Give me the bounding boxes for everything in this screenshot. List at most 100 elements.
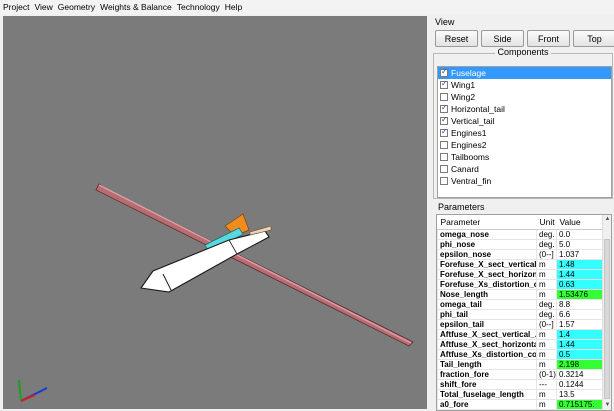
parameter-row[interactable]: Forefuse_X_sect_vertical... m 1.48 — [437, 258, 603, 270]
parameter-name: Tail_length — [437, 358, 537, 370]
parameter-name: Aftfuse_X_sect_horizonta... — [437, 338, 537, 350]
parameter-value[interactable]: 0.5 — [556, 348, 603, 360]
axis-y — [18, 379, 22, 402]
parameter-value[interactable]: 1.4 — [556, 328, 603, 340]
menu-item-project[interactable]: Project — [3, 2, 29, 12]
component-label: Engines1 — [451, 128, 487, 138]
parameter-name: Aftfuse_Xs_distortion_co... — [437, 348, 537, 360]
reset-view-button[interactable]: Reset — [435, 30, 478, 47]
parameter-row[interactable]: Forefuse_Xs_distortion_c... m 0.63 — [437, 278, 603, 290]
component-checkbox[interactable] — [440, 103, 448, 113]
components-list[interactable]: Fuselage Wing1 Wing2 Horizontal_tail Vertica… — [437, 66, 612, 198]
parameter-unit: m — [536, 288, 557, 300]
parameter-row[interactable]: omega_nose deg. 0.0 — [437, 228, 603, 240]
menu-item-technology[interactable]: Technology — [177, 2, 220, 12]
parameter-unit: (0--] — [536, 318, 557, 330]
parameter-name: Forefuse_Xs_distortion_c... — [437, 278, 537, 290]
parameter-name: epsilon_tail — [437, 318, 537, 330]
parameter-row[interactable]: shift_fore --- 0.1244 — [437, 378, 603, 390]
column-header-value[interactable]: Value — [556, 215, 603, 230]
component-checkbox[interactable] — [440, 153, 448, 161]
parameters-scrollbar[interactable]: ▲ ▼ — [602, 215, 611, 410]
component-item-vertical-tail[interactable]: Vertical_tail — [438, 115, 611, 127]
component-checkbox[interactable] — [440, 115, 448, 125]
menu-item-geometry[interactable]: Geometry — [58, 2, 95, 12]
menu-item-help[interactable]: Help — [225, 2, 242, 12]
parameter-value[interactable]: 0.3214 — [556, 368, 603, 380]
parameter-value[interactable]: 1.44 — [556, 338, 603, 350]
parameter-unit: m — [536, 258, 557, 270]
parameter-row[interactable]: Aftfuse_X_sect_vertical_... m 1.4 — [437, 328, 603, 340]
parameter-value[interactable]: 1.44 — [556, 268, 603, 280]
parameter-name: omega_tail — [437, 298, 537, 310]
parameter-row[interactable]: a0_fore m 0.715175. — [437, 398, 603, 410]
component-item-canard[interactable]: Canard — [438, 163, 611, 175]
parameter-unit: --- — [536, 378, 557, 390]
parameter-unit: m — [536, 348, 557, 360]
parameter-value[interactable]: 5.0 — [556, 238, 603, 250]
parameter-value[interactable]: 1.48 — [556, 258, 603, 270]
parameter-row[interactable]: phi_tail deg. 6.6 — [437, 308, 603, 320]
parameter-value[interactable]: 13.5 — [556, 388, 603, 400]
parameter-row[interactable]: Total_fuselage_length m 13.5 — [437, 388, 603, 400]
parameter-row[interactable]: Nose_length m 1.53476 — [437, 288, 603, 300]
parameter-name: shift_fore — [437, 378, 537, 390]
scroll-down-icon[interactable]: ▼ — [603, 401, 611, 410]
front-view-button[interactable]: Front — [527, 30, 570, 47]
parameter-row[interactable]: epsilon_tail (0--] 1.57 — [437, 318, 603, 330]
component-item-engines2[interactable]: Engines2 — [438, 139, 611, 151]
component-item-ventral-fin[interactable]: Ventral_fin — [438, 175, 611, 187]
parameter-row[interactable]: phi_nose deg. 5.0 — [437, 238, 603, 250]
component-item-wing1[interactable]: Wing1 — [438, 79, 611, 91]
3d-viewport[interactable] — [3, 16, 427, 409]
parameter-name: Forefuse_X_sect_vertical... — [437, 258, 537, 270]
parameter-value[interactable]: 6.6 — [556, 308, 603, 320]
side-view-button[interactable]: Side — [481, 30, 524, 47]
column-header-parameter[interactable]: Parameter — [437, 215, 537, 230]
parameter-row[interactable]: Aftfuse_X_sect_horizonta... m 1.44 — [437, 338, 603, 350]
parameter-value[interactable]: 2.198 — [556, 358, 603, 370]
parameter-row[interactable]: Forefuse_X_sect_horizon... m 1.44 — [437, 268, 603, 280]
parameter-unit: m — [536, 358, 557, 370]
parameter-value[interactable]: 0.1244 — [556, 378, 603, 390]
component-checkbox[interactable] — [440, 141, 448, 149]
parameter-value[interactable]: 8.8 — [556, 298, 603, 310]
component-label: Wing1 — [451, 80, 476, 90]
scroll-up-icon[interactable]: ▲ — [603, 215, 611, 224]
menu-item-weights-balance[interactable]: Weights & Balance — [100, 2, 172, 12]
parameter-name: fraction_fore — [437, 368, 537, 380]
top-view-button[interactable]: Top — [573, 30, 614, 47]
component-checkbox[interactable] — [440, 93, 448, 101]
component-item-wing2[interactable]: Wing2 — [438, 91, 611, 103]
parameter-value[interactable]: 1.037 — [556, 248, 603, 260]
menu-item-view[interactable]: View — [34, 2, 52, 12]
scroll-thumb[interactable] — [604, 239, 610, 399]
parameter-value[interactable]: 0.715175. — [556, 398, 603, 410]
component-checkbox[interactable] — [440, 67, 448, 77]
column-header-unit[interactable]: Unit — [536, 215, 557, 230]
component-label: Engines2 — [451, 140, 487, 150]
component-checkbox[interactable] — [440, 79, 448, 89]
parameter-name: phi_tail — [437, 308, 537, 320]
parameter-value[interactable]: 0.0 — [556, 228, 603, 240]
component-label: Canard — [451, 164, 479, 174]
parameter-row[interactable]: Tail_length m 2.198 — [437, 358, 603, 370]
component-item-engines1[interactable]: Engines1 — [438, 127, 611, 139]
component-checkbox[interactable] — [440, 165, 448, 173]
parameter-row[interactable]: omega_tail deg. 8.8 — [437, 298, 603, 310]
parameter-value[interactable]: 0.63 — [556, 278, 603, 290]
parameter-row[interactable]: Aftfuse_Xs_distortion_co... m 0.5 — [437, 348, 603, 360]
parameter-unit: m — [536, 338, 557, 350]
component-item-horizontal-tail[interactable]: Horizontal_tail — [438, 103, 611, 115]
parameter-value[interactable]: 1.53476 — [556, 288, 603, 300]
component-item-fuselage[interactable]: Fuselage — [438, 67, 611, 79]
menu-bar: Project View Geometry Weights & Balance Tech… — [0, 0, 614, 14]
parameter-value[interactable]: 1.57 — [556, 318, 603, 330]
parameter-row[interactable]: epsilon_nose (0--] 1.037 — [437, 248, 603, 260]
component-checkbox[interactable] — [440, 127, 448, 137]
component-item-tailbooms[interactable]: Tailbooms — [438, 151, 611, 163]
parameters-table[interactable]: Parameter Unit Value omega_nose deg. 0.0 ph… — [436, 214, 612, 411]
component-label: Vertical_tail — [451, 116, 495, 126]
component-checkbox[interactable] — [440, 177, 448, 185]
parameter-row[interactable]: fraction_fore (0-1) 0.3214 — [437, 368, 603, 380]
